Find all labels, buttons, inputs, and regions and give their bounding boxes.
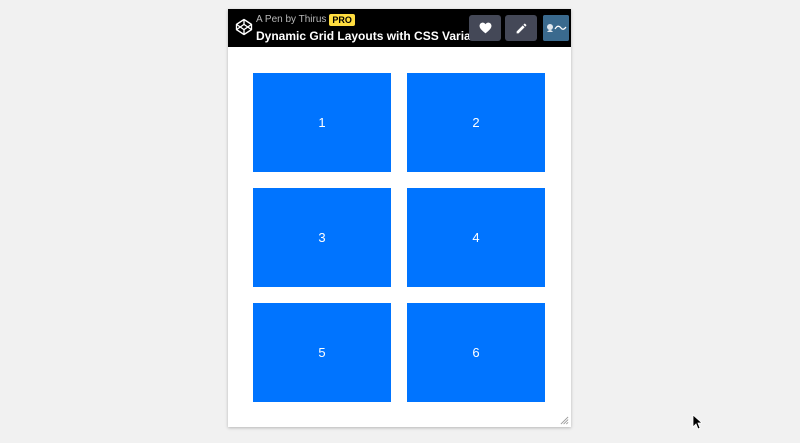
mouse-cursor-icon (692, 414, 702, 430)
pen-author-link[interactable]: A Pen by Thirus (256, 13, 326, 27)
pencil-icon (516, 23, 526, 33)
pen-embed-window: A Pen by Thirus PRO Dynamic Grid Layouts… (228, 9, 571, 427)
grid-item-4: 4 (407, 188, 545, 287)
header-actions (469, 15, 569, 41)
grid-item-1: 1 (253, 73, 391, 172)
grid-item-2: 2 (407, 73, 545, 172)
pen-meta: A Pen by Thirus PRO Dynamic Grid Layouts… (256, 13, 495, 44)
grid-item-label: 3 (318, 230, 326, 245)
grid-item-label: 6 (472, 345, 480, 360)
edit-button[interactable] (505, 15, 537, 41)
resize-handle-icon[interactable] (560, 416, 569, 425)
avatar-image-icon (543, 15, 569, 41)
pen-header: A Pen by Thirus PRO Dynamic Grid Layouts… (228, 9, 571, 47)
grid-item-label: 1 (318, 115, 326, 130)
codepen-logo-icon[interactable] (235, 18, 253, 36)
grid-item-label: 5 (318, 345, 326, 360)
grid-item-6: 6 (407, 303, 545, 402)
grid-item-3: 3 (253, 188, 391, 287)
author-avatar[interactable] (543, 15, 569, 41)
pen-byline: A Pen by Thirus PRO (256, 13, 466, 27)
grid-container: 1 2 3 4 5 6 (253, 73, 546, 402)
grid-item-label: 2 (472, 115, 480, 130)
heart-icon (479, 22, 491, 34)
pro-badge: PRO (329, 14, 355, 26)
grid-item-label: 4 (472, 230, 480, 245)
grid-item-5: 5 (253, 303, 391, 402)
like-button[interactable] (469, 15, 501, 41)
pen-title[interactable]: Dynamic Grid Layouts with CSS Variables (256, 29, 495, 44)
